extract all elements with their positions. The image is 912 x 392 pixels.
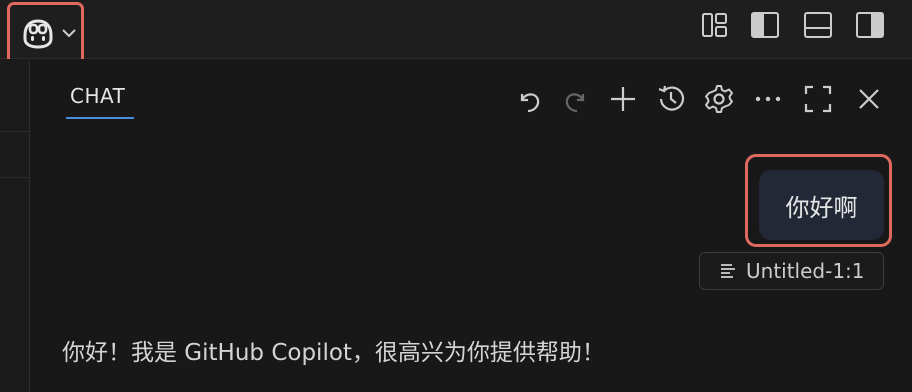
history-icon[interactable] <box>656 84 686 114</box>
file-lines-icon <box>720 259 736 283</box>
divider <box>0 177 29 178</box>
chevron-down-icon <box>61 24 77 43</box>
customize-layout-icon[interactable] <box>702 12 728 38</box>
tab-chat[interactable]: CHAT <box>70 84 125 108</box>
assistant-reply-text: 你好！我是 GitHub Copilot，很高兴为你提供帮助！ <box>62 340 605 366</box>
tab-active-indicator <box>66 117 134 119</box>
toggle-secondary-sidebar-icon[interactable] <box>856 12 884 38</box>
maximize-icon[interactable] <box>803 84 833 114</box>
new-chat-icon[interactable] <box>608 84 638 114</box>
file-reference-label: Untitled-1:1 <box>746 259 865 283</box>
more-icon[interactable] <box>753 84 783 114</box>
side-strip <box>0 59 30 392</box>
file-reference-chip[interactable]: Untitled-1:1 <box>699 252 884 290</box>
user-message-text: 你好啊 <box>785 193 858 222</box>
settings-icon[interactable] <box>704 84 734 114</box>
user-message-bubble: 你好啊 <box>759 170 884 240</box>
undo-icon[interactable] <box>514 84 544 114</box>
toggle-panel-icon[interactable] <box>804 12 832 38</box>
toggle-primary-sidebar-icon[interactable] <box>751 12 779 38</box>
redo-icon[interactable] <box>561 84 591 114</box>
copilot-icon <box>20 15 56 55</box>
close-icon[interactable] <box>854 84 884 114</box>
divider <box>0 131 29 132</box>
